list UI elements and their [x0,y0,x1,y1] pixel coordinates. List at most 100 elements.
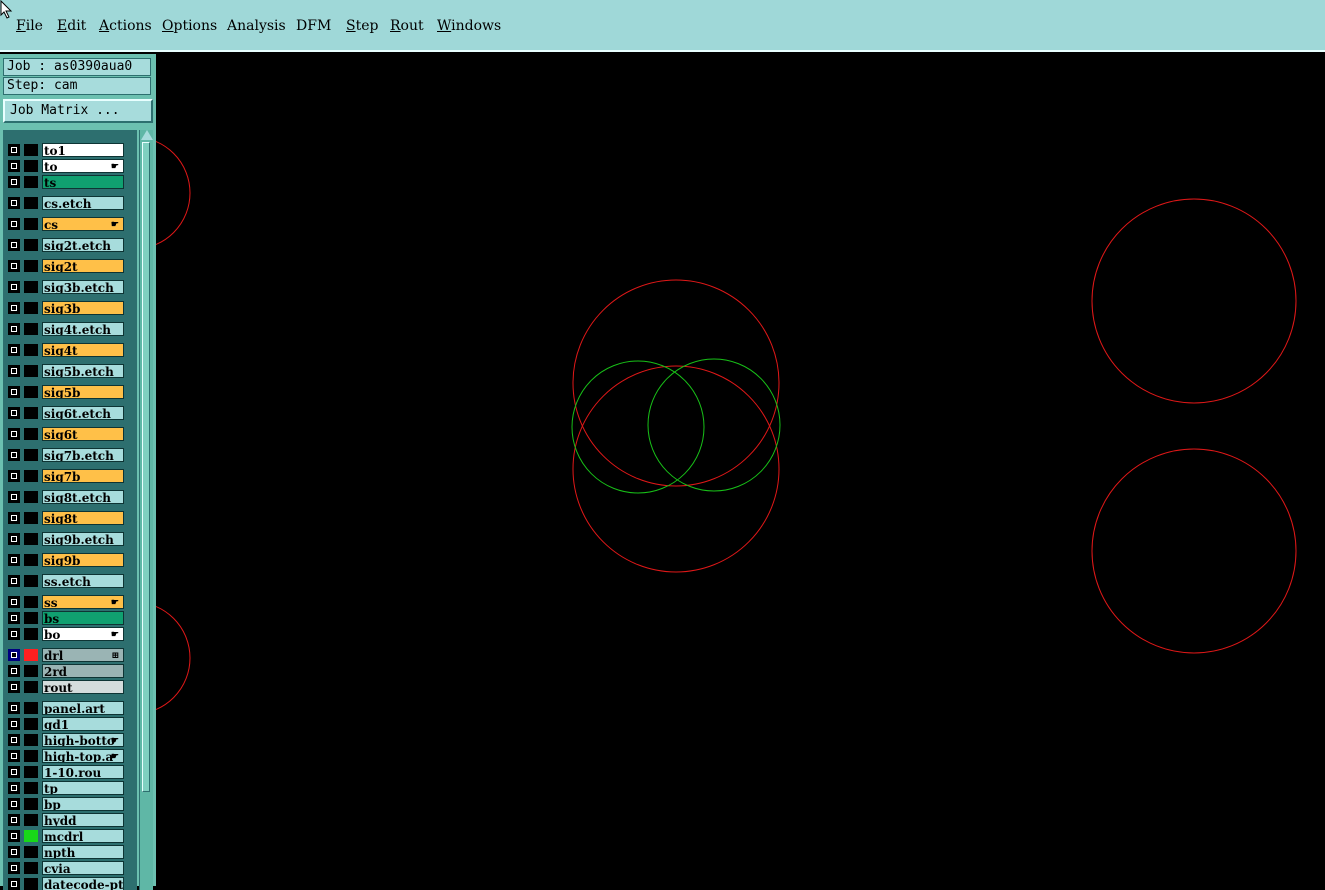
layer-name[interactable]: high-top.a ☛ [42,749,124,763]
scrollbar-thumb[interactable] [142,142,150,792]
layer-name[interactable]: ss ☛ [42,595,124,609]
layer-name[interactable]: sig9b.etch [42,532,124,546]
layer-color-swatch[interactable] [24,554,38,566]
layer-name[interactable]: cvia [42,861,124,875]
layer-display-checkbox[interactable] [8,814,20,826]
layer-name[interactable]: 2rd [42,664,124,678]
layer-display-checkbox[interactable] [8,449,20,461]
layer-name[interactable]: high-botto ☛ [42,733,124,747]
layer-color-swatch[interactable] [24,766,38,778]
layer-color-swatch[interactable] [24,197,38,209]
menu-dfm[interactable]: DFM [296,17,331,35]
red-pad-edge-top[interactable] [156,137,191,249]
layer-display-checkbox[interactable] [8,575,20,587]
layer-color-swatch[interactable] [24,782,38,794]
layer-display-checkbox[interactable] [8,649,20,661]
layer-color-swatch[interactable] [24,702,38,714]
layer-row-sig3b.etch[interactable]: sig3b.etch [7,280,127,294]
layer-row-sig8t[interactable]: sig8t [7,511,127,525]
layer-display-checkbox[interactable] [8,766,20,778]
layer-color-swatch[interactable] [24,407,38,419]
layer-name[interactable]: sig7b.etch [42,448,124,462]
layer-name[interactable]: panel.art [42,701,124,715]
menu-actions[interactable]: Actions [99,17,152,35]
layer-row-to1[interactable]: to1 [7,143,127,157]
layer-color-swatch[interactable] [24,734,38,746]
layer-name[interactable]: rout [42,680,124,694]
menu-analysis[interactable]: Analysis [227,17,286,35]
layer-row-ts[interactable]: ts [7,175,127,189]
layer-row-sig3b[interactable]: sig3b [7,301,127,315]
layer-name[interactable]: bs [42,611,124,625]
layer-row-2rd[interactable]: 2rd [7,664,127,678]
layer-color-swatch[interactable] [24,160,38,172]
layer-row-sig6t.etch[interactable]: sig6t.etch [7,406,127,420]
layer-color-swatch[interactable] [24,302,38,314]
layer-row-tp[interactable]: tp [7,781,127,795]
layer-name[interactable]: gd1 [42,717,124,731]
layer-color-swatch[interactable] [24,846,38,858]
layer-display-checkbox[interactable] [8,365,20,377]
layer-color-swatch[interactable] [24,862,38,874]
layer-display-checkbox[interactable] [8,281,20,293]
layer-row-sig4t[interactable]: sig4t [7,343,127,357]
red-pad-edge-bottom[interactable] [156,602,191,714]
layer-row-ss.etch[interactable]: ss.etch [7,574,127,588]
layer-display-checkbox[interactable] [8,596,20,608]
layer-display-checkbox[interactable] [8,554,20,566]
layer-display-checkbox[interactable] [8,260,20,272]
layer-color-swatch[interactable] [24,386,38,398]
layer-display-checkbox[interactable] [8,491,20,503]
layer-color-swatch[interactable] [24,596,38,608]
layer-row-sig9b.etch[interactable]: sig9b.etch [7,532,127,546]
layer-row-sig2t[interactable]: sig2t [7,259,127,273]
layer-name[interactable]: sig6t [42,427,124,441]
layer-display-checkbox[interactable] [8,407,20,419]
layer-display-checkbox[interactable] [8,798,20,810]
layer-name[interactable]: npth [42,845,124,859]
layer-display-checkbox[interactable] [8,197,20,209]
layer-color-swatch[interactable] [24,665,38,677]
layer-name[interactable]: ss.etch [42,574,124,588]
graphics-canvas[interactable] [156,54,1325,886]
layer-display-checkbox[interactable] [8,628,20,640]
layer-display-checkbox[interactable] [8,144,20,156]
layer-color-swatch[interactable] [24,218,38,230]
layer-row-panel.art[interactable]: panel.art [7,701,127,715]
layer-color-swatch[interactable] [24,260,38,272]
red-pad-upper[interactable] [572,279,780,487]
layer-color-swatch[interactable] [24,470,38,482]
layer-row-bo[interactable]: bo ☛ [7,627,127,641]
layer-name[interactable]: sig2t.etch [42,238,124,252]
menu-edit[interactable]: Edit [57,17,86,35]
layer-color-swatch[interactable] [24,512,38,524]
layer-row-cs.etch[interactable]: cs.etch [7,196,127,210]
layer-row-hydd[interactable]: hydd [7,813,127,827]
layer-color-swatch[interactable] [24,718,38,730]
layer-row-high-top.a[interactable]: high-top.a ☛ [7,749,127,763]
layer-color-swatch[interactable] [24,365,38,377]
layer-name[interactable]: sig5b [42,385,124,399]
layer-name[interactable]: sig5b.etch [42,364,124,378]
layer-display-checkbox[interactable] [8,533,20,545]
layer-display-checkbox[interactable] [8,428,20,440]
layer-display-checkbox[interactable] [8,750,20,762]
layer-name[interactable]: sig3b.etch [42,280,124,294]
layer-display-checkbox[interactable] [8,830,20,842]
layer-display-checkbox[interactable] [8,862,20,874]
layer-name[interactable]: sig8t.etch [42,490,124,504]
layer-color-swatch[interactable] [24,575,38,587]
layer-name[interactable]: ts [42,175,124,189]
job-matrix-button[interactable]: Job Matrix ... [3,99,153,123]
menu-options[interactable]: Options [162,17,217,35]
layer-name[interactable]: sig2t [42,259,124,273]
layer-row-drl[interactable]: drl ⊞ [7,648,127,662]
red-pad-right-bottom[interactable] [1091,448,1297,654]
layer-color-swatch[interactable] [24,344,38,356]
red-pad-lower[interactable] [572,365,780,573]
layer-display-checkbox[interactable] [8,386,20,398]
layer-color-swatch[interactable] [24,628,38,640]
layer-color-swatch[interactable] [24,814,38,826]
layer-display-checkbox[interactable] [8,878,20,890]
layer-name[interactable]: sig4t [42,343,124,357]
